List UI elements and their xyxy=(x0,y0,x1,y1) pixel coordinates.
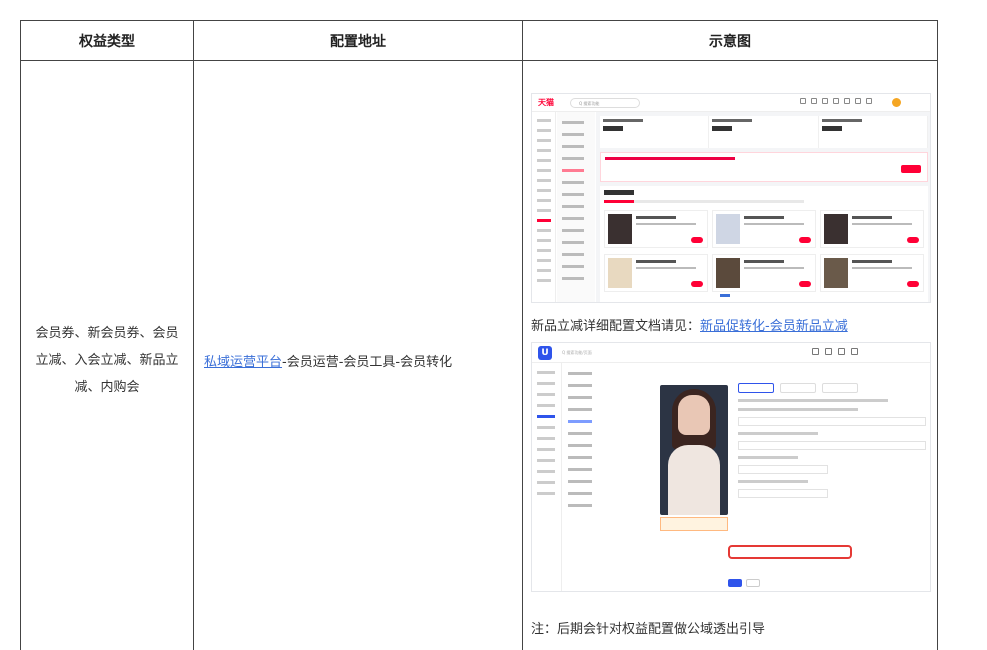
header-row: 权益类型 配置地址 示意图 xyxy=(20,20,938,61)
coupon-preview xyxy=(660,516,728,531)
app-logo: U xyxy=(538,345,552,360)
s1-pagination xyxy=(720,293,730,297)
s1-main-content xyxy=(596,111,930,302)
benefit-type-text: 会员券、新会员券、会员立减、入会立减、新品立减、内购会 xyxy=(35,326,179,395)
header-benefit-type: 权益类型 xyxy=(20,20,194,61)
new-product-discount-screenshot: U Q 搜索功能/页面 xyxy=(531,341,931,592)
s1-stats-panel xyxy=(600,115,928,148)
grid-icon xyxy=(844,97,850,104)
s1-side-nav xyxy=(532,111,556,302)
s1-search-input: Q 搜索功能 xyxy=(570,97,640,108)
tool-card xyxy=(712,253,816,292)
settings-icon xyxy=(866,97,872,104)
config-path-text: -会员运营-会员工具-会员转化 xyxy=(282,355,453,370)
s2-side-nav xyxy=(532,362,562,591)
s1-alert-banner xyxy=(600,151,928,182)
tool-card xyxy=(604,209,708,248)
help-icon xyxy=(838,347,845,355)
s2-topbar: U Q 搜索功能/页面 xyxy=(532,342,930,363)
document-icon xyxy=(825,347,832,355)
s2-sub-menu xyxy=(563,363,601,591)
tool-card xyxy=(820,253,924,292)
tmall-logo: 天猫 xyxy=(538,97,554,107)
highlight-box xyxy=(728,544,852,559)
s2-toolbar-icons xyxy=(812,347,858,355)
illustration-cell: 天猫 Q 搜索功能 新品立减详细配置文档请见：新品促转化-会员新品立减 U Q … xyxy=(522,60,938,650)
bell-icon xyxy=(812,347,819,355)
header-config-address: 配置地址 xyxy=(193,20,523,61)
download-icon xyxy=(822,97,828,104)
s1-sub-menu xyxy=(557,111,595,302)
s1-topbar: 天猫 Q 搜索功能 xyxy=(532,93,930,112)
avatar xyxy=(892,97,901,107)
benefit-type-cell: 会员券、新会员券、会员立减、入会立减、新品立减、内购会 xyxy=(20,60,194,650)
config-address: 私域运营平台-会员运营-会员工具-会员转化 xyxy=(194,351,522,370)
config-table: 权益类型 配置地址 示意图 会员券、新会员券、会员立减、入会立减、新品立减、内购… xyxy=(20,20,938,650)
s1-tools-panel xyxy=(600,185,928,302)
s1-tabs xyxy=(604,199,804,203)
doc-note: 新品立减详细配置文档请见：新品促转化-会员新品立减 xyxy=(531,315,930,334)
chart-icon xyxy=(855,97,861,104)
s1-section-title xyxy=(604,189,634,195)
bell-icon xyxy=(800,97,806,104)
message-icon xyxy=(811,97,817,104)
new-product-doc-link[interactable]: 新品促转化-会员新品立减 xyxy=(700,319,848,334)
download-icon xyxy=(851,347,858,355)
s2-search-input: Q 搜索功能/页面 xyxy=(562,349,592,355)
footer-note: 注：后期会针对权益配置做公域透出引导 xyxy=(531,621,766,637)
header-illustration: 示意图 xyxy=(522,20,938,61)
s1-toolbar-icons xyxy=(800,97,890,107)
tool-card xyxy=(604,253,708,292)
tool-card xyxy=(712,209,816,248)
private-domain-platform-link[interactable]: 私域运营平台 xyxy=(204,355,282,370)
help-icon xyxy=(833,97,839,104)
config-address-cell: 私域运营平台-会员运营-会员工具-会员转化 xyxy=(193,60,523,650)
phone-preview xyxy=(660,384,728,515)
tmall-member-tools-screenshot: 天猫 Q 搜索功能 xyxy=(531,92,931,303)
tool-card xyxy=(820,209,924,248)
table-row: 会员券、新会员券、会员立减、入会立减、新品立减、内购会 私域运营平台-会员运营-… xyxy=(20,60,938,650)
s2-form-buttons xyxy=(728,578,760,587)
doc-note-prefix: 新品立减详细配置文档请见： xyxy=(531,318,701,334)
